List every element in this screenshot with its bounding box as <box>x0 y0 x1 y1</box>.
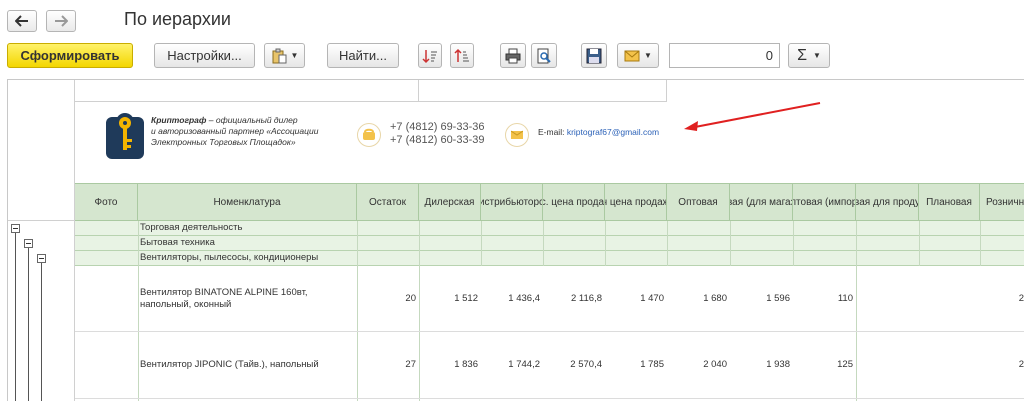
cell-wholesale-stores: 1 938 <box>766 359 790 370</box>
column-header-dealer: Дилерская <box>419 183 481 221</box>
company-desc-line1: – официальный дилер <box>206 115 298 125</box>
column-header-wholesale-stores: вая (для магаз <box>730 183 793 221</box>
cell-stock: 20 <box>405 293 416 304</box>
product-name-line2: напольный, оконный <box>140 299 232 310</box>
column-header-min-sale-price: н цена продаж <box>605 183 667 221</box>
company-desc-line3: Электронных Торговых Площадок» <box>151 137 296 147</box>
email-icon <box>505 123 529 147</box>
phone-number-1: +7 (4812) 69-33-36 <box>390 121 485 133</box>
save-button[interactable] <box>581 43 607 68</box>
email-link[interactable]: kriptograf67@gmail.com <box>567 127 659 137</box>
print-preview-icon <box>537 48 551 63</box>
collapse-toggle-fans[interactable] <box>37 254 46 263</box>
cell-retail: 2 <box>1018 359 1024 370</box>
cell-min-price: 1 785 <box>640 359 664 370</box>
company-desc-line2: и авторизованный партнер «Ассоциации <box>151 126 319 136</box>
cell-dealer: 1 512 <box>454 293 478 304</box>
phone-number-2: +7 (4812) 60-33-39 <box>390 134 485 146</box>
group-label-fans: Вентиляторы, пылесосы, кондиционеры <box>140 252 319 263</box>
cell-stock: 27 <box>405 359 416 370</box>
send-email-dropdown-button[interactable]: ▼ <box>617 43 659 68</box>
save-icon <box>586 48 602 63</box>
sort-ascending-icon <box>422 49 437 63</box>
product-name-line1: Вентилятор JIPONIC (Тайв.), напольный <box>140 359 319 370</box>
cell-retail: 2 <box>1018 293 1024 304</box>
column-header-wholesale-sales: вая для проду <box>856 183 919 221</box>
cell-dealer: 1 836 <box>454 359 478 370</box>
sigma-icon: Σ <box>797 46 807 64</box>
arrow-right-icon <box>55 15 68 27</box>
company-logo <box>106 109 144 159</box>
envelope-icon <box>624 50 640 61</box>
sum-dropdown-button[interactable]: Σ ▼ <box>788 43 830 68</box>
collapse-toggle-trade[interactable] <box>11 224 20 233</box>
sort-ascending-button[interactable] <box>418 43 442 68</box>
cell-distributor: 1 744,2 <box>508 359 540 370</box>
window-title: По иерархии <box>124 9 231 29</box>
sum-value-field[interactable]: 0 <box>669 43 780 68</box>
group-row[interactable] <box>75 236 1024 251</box>
phone-icon <box>357 123 381 147</box>
sort-descending-button[interactable] <box>450 43 474 68</box>
cell-max-price: 2 116,8 <box>571 293 602 304</box>
red-arrow-annotation <box>684 102 821 131</box>
chevron-down-icon: ▼ <box>290 51 299 60</box>
collapse-toggle-appliances[interactable] <box>24 239 33 248</box>
column-header-distributor: истрибьюторс <box>481 183 543 221</box>
settings-button[interactable]: Настройки... <box>154 43 255 68</box>
cell-wholesale: 1 680 <box>703 293 727 304</box>
cell-wholesale-import: 125 <box>837 359 853 370</box>
printer-icon <box>505 48 521 63</box>
cell-wholesale: 2 040 <box>703 359 727 370</box>
chevron-down-icon: ▼ <box>644 51 652 60</box>
chevron-down-icon: ▼ <box>812 51 821 60</box>
column-header-wholesale: Оптовая <box>667 183 730 221</box>
cell-wholesale-stores: 1 596 <box>766 293 790 304</box>
generate-button[interactable]: Сформировать <box>7 43 133 68</box>
column-header-photo: Фото <box>75 183 138 221</box>
column-header-planned: Плановая <box>919 183 980 221</box>
arrow-left-icon <box>15 15 28 27</box>
column-header-wholesale-import: птовая (импор <box>793 183 856 221</box>
cell-distributor: 1 436,4 <box>508 293 540 304</box>
column-header-retail: Розничн <box>980 183 1024 221</box>
column-header-nomenclature: Номенклатура <box>138 183 357 221</box>
product-name-line1: Вентилятор BINATONE ALPINE 160вт, <box>140 287 308 298</box>
variants-dropdown-button[interactable]: ▼ <box>264 43 305 68</box>
email-label: E-mail: <box>538 127 565 137</box>
cell-wholesale-import: 110 <box>837 293 853 304</box>
preview-button[interactable] <box>531 43 557 68</box>
column-header-max-sale-price: кс. цена продаж <box>543 183 605 221</box>
company-name: Криптограф <box>151 115 207 125</box>
cell-max-price: 2 570,4 <box>570 359 602 370</box>
find-button[interactable]: Найти... <box>327 43 399 68</box>
sort-descending-icon <box>454 48 469 62</box>
print-button[interactable] <box>500 43 526 68</box>
cell-min-price: 1 470 <box>640 293 664 304</box>
group-label-trade: Торговая деятельность <box>140 222 243 233</box>
group-label-appliances: Бытовая техника <box>140 237 215 248</box>
column-header-stock: Остаток <box>357 183 419 221</box>
clipboard-icon <box>272 48 287 63</box>
forward-button[interactable] <box>46 10 76 32</box>
back-button[interactable] <box>7 10 37 32</box>
